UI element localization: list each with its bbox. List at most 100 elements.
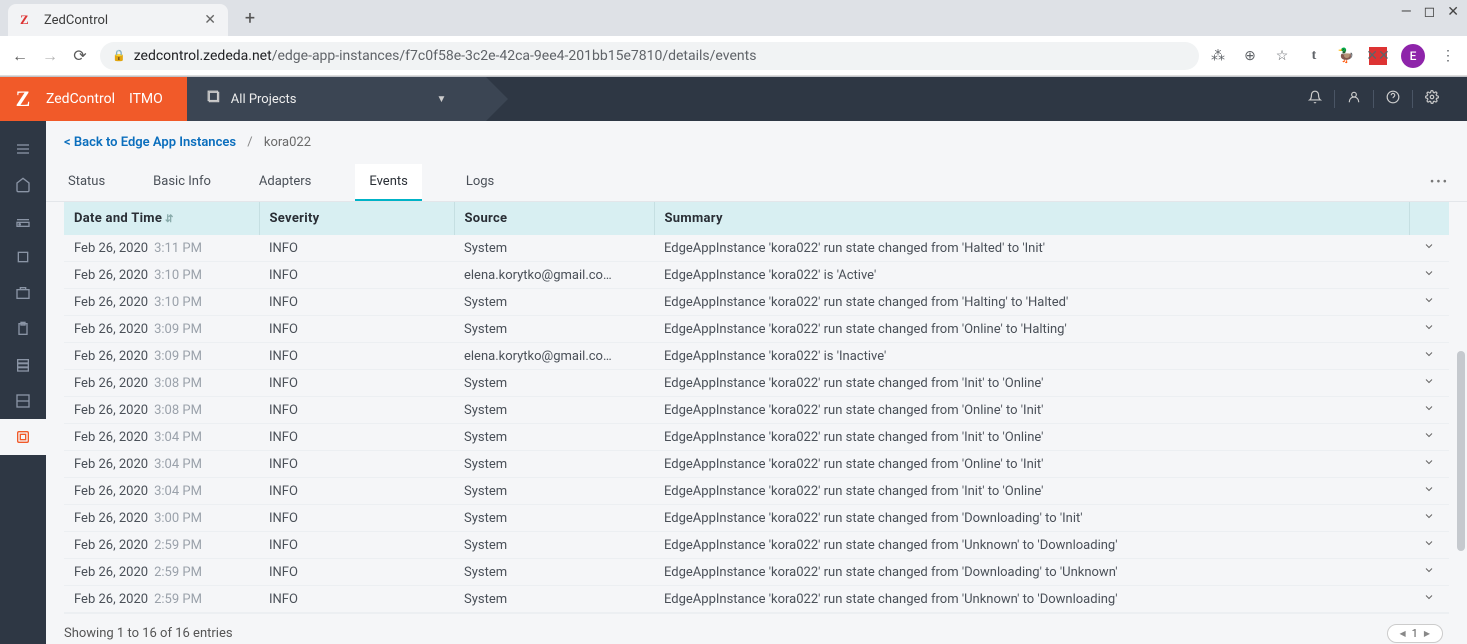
tab-events[interactable]: Events <box>355 164 421 201</box>
side-nav <box>0 121 46 644</box>
table-row[interactable]: Feb 26, 20202:59 PMINFOSystemEdgeAppInst… <box>64 559 1449 586</box>
cell-summary: EdgeAppInstance 'kora022' run state chan… <box>654 559 1409 586</box>
translate-icon[interactable]: ⁂ <box>1209 47 1227 65</box>
expand-row-icon[interactable] <box>1409 262 1449 289</box>
tab-adapters[interactable]: Adapters <box>255 164 315 201</box>
extension-duck-icon[interactable]: 🦆 <box>1337 47 1355 65</box>
cell-datetime: Feb 26, 20203:04 PM <box>64 451 259 478</box>
table-row[interactable]: Feb 26, 20203:04 PMINFOSystemEdgeAppInst… <box>64 424 1449 451</box>
expand-row-icon[interactable] <box>1409 397 1449 424</box>
cell-severity: INFO <box>259 343 454 370</box>
bookmark-icon[interactable]: ☆ <box>1273 47 1291 65</box>
cell-source: System <box>454 316 654 343</box>
table-row[interactable]: Feb 26, 20203:08 PMINFOSystemEdgeAppInst… <box>64 397 1449 424</box>
nav-clipboard-icon[interactable] <box>0 311 46 347</box>
cell-summary: EdgeAppInstance 'kora022' run state chan… <box>654 451 1409 478</box>
help-icon[interactable] <box>1374 90 1412 108</box>
table-row[interactable]: Feb 26, 20203:04 PMINFOSystemEdgeAppInst… <box>64 478 1449 505</box>
tab-status[interactable]: Status <box>64 164 109 201</box>
address-bar[interactable]: 🔒 zedcontrol.zededa.net/edge-app-instanc… <box>100 42 1199 70</box>
user-icon[interactable] <box>1335 90 1373 108</box>
nav-nodes-icon[interactable] <box>0 203 46 239</box>
projects-icon <box>207 90 221 108</box>
nav-briefcase-icon[interactable] <box>0 275 46 311</box>
close-window-icon[interactable]: ✕ <box>1447 4 1459 20</box>
projects-label: All Projects <box>231 92 297 107</box>
table-row[interactable]: Feb 26, 20202:59 PMINFOSystemEdgeAppInst… <box>64 586 1449 613</box>
expand-row-icon[interactable] <box>1409 478 1449 505</box>
minimize-icon[interactable]: — <box>1401 4 1412 20</box>
nav-menu-icon[interactable] <box>0 131 46 167</box>
expand-row-icon[interactable] <box>1409 424 1449 451</box>
cell-summary: EdgeAppInstance 'kora022' run state chan… <box>654 505 1409 532</box>
more-options-icon[interactable]: ••• <box>1430 175 1449 190</box>
expand-row-icon[interactable] <box>1409 559 1449 586</box>
table-row[interactable]: Feb 26, 20203:08 PMINFOSystemEdgeAppInst… <box>64 370 1449 397</box>
forward-button[interactable]: → <box>40 46 60 66</box>
cell-source: System <box>454 505 654 532</box>
cell-source: System <box>454 424 654 451</box>
reload-button[interactable]: ⟳ <box>70 46 90 65</box>
content-tabs: Status Basic Info Adapters Events Logs •… <box>46 150 1467 202</box>
events-table: Date and Time Severity Source Summary Fe… <box>64 202 1449 613</box>
page-number: 1 <box>1412 627 1418 640</box>
tab-basic-info[interactable]: Basic Info <box>149 164 215 201</box>
expand-row-icon[interactable] <box>1409 505 1449 532</box>
expand-row-icon[interactable] <box>1409 451 1449 478</box>
browser-tab[interactable]: Z ZedControl ✕ <box>8 4 228 36</box>
cell-severity: INFO <box>259 397 454 424</box>
page-next-icon[interactable]: ▶ <box>1424 629 1430 638</box>
table-row[interactable]: Feb 26, 20203:00 PMINFOSystemEdgeAppInst… <box>64 505 1449 532</box>
table-row[interactable]: Feb 26, 20202:59 PMINFOSystemEdgeAppInst… <box>64 532 1449 559</box>
nav-box-icon[interactable] <box>0 239 46 275</box>
nav-instances-icon[interactable] <box>0 419 46 455</box>
col-header-severity[interactable]: Severity <box>259 202 454 235</box>
expand-row-icon[interactable] <box>1409 370 1449 397</box>
table-row[interactable]: Feb 26, 20203:09 PMINFOSystemEdgeAppInst… <box>64 316 1449 343</box>
cell-source: elena.korytko@gmail.co… <box>454 343 654 370</box>
table-row[interactable]: Feb 26, 20203:10 PMINFOelena.korytko@gma… <box>64 262 1449 289</box>
profile-avatar[interactable]: E <box>1401 44 1425 68</box>
cell-summary: EdgeAppInstance 'kora022' is 'Active' <box>654 262 1409 289</box>
cell-summary: EdgeAppInstance 'kora022' run state chan… <box>654 370 1409 397</box>
extension-red-icon[interactable]: ✕✕ <box>1369 47 1387 65</box>
projects-dropdown[interactable]: All Projects ▼ <box>187 77 487 121</box>
col-header-source[interactable]: Source <box>454 202 654 235</box>
expand-row-icon[interactable] <box>1409 235 1449 262</box>
table-row[interactable]: Feb 26, 20203:04 PMINFOSystemEdgeAppInst… <box>64 451 1449 478</box>
settings-icon[interactable] <box>1413 90 1451 108</box>
col-header-datetime[interactable]: Date and Time <box>64 202 259 235</box>
back-button[interactable]: ← <box>10 46 30 66</box>
table-row[interactable]: Feb 26, 20203:09 PMINFOelena.korytko@gma… <box>64 343 1449 370</box>
scrollbar-thumb[interactable] <box>1457 351 1465 551</box>
tab-logs[interactable]: Logs <box>462 164 498 201</box>
page-prev-icon[interactable]: ◀ <box>1400 629 1406 638</box>
expand-row-icon[interactable] <box>1409 316 1449 343</box>
expand-row-icon[interactable] <box>1409 343 1449 370</box>
table-row[interactable]: Feb 26, 20203:10 PMINFOSystemEdgeAppInst… <box>64 289 1449 316</box>
cell-datetime: Feb 26, 20202:59 PM <box>64 559 259 586</box>
close-tab-icon[interactable]: ✕ <box>204 12 216 28</box>
browser-menu-icon[interactable]: ⋮ <box>1439 47 1457 65</box>
cell-datetime: Feb 26, 20203:09 PM <box>64 343 259 370</box>
col-header-summary[interactable]: Summary <box>654 202 1409 235</box>
browser-tab-title: ZedControl <box>44 13 196 28</box>
notifications-icon[interactable] <box>1296 90 1334 108</box>
extension-t-icon[interactable]: t <box>1305 47 1323 65</box>
chevron-down-icon: ▼ <box>437 94 447 105</box>
zoom-icon[interactable]: ⊕ <box>1241 47 1259 65</box>
nav-stack-icon[interactable] <box>0 383 46 419</box>
pagination[interactable]: ◀ 1 ▶ <box>1387 624 1444 643</box>
nav-home-icon[interactable] <box>0 167 46 203</box>
cell-source: System <box>454 559 654 586</box>
nav-layers-icon[interactable] <box>0 347 46 383</box>
new-tab-button[interactable]: + <box>236 8 264 29</box>
cell-severity: INFO <box>259 451 454 478</box>
back-link[interactable]: < Back to Edge App Instances <box>64 135 236 150</box>
expand-row-icon[interactable] <box>1409 586 1449 613</box>
maximize-icon[interactable]: ◻ <box>1424 4 1436 20</box>
table-row[interactable]: Feb 26, 20203:11 PMINFOSystemEdgeAppInst… <box>64 235 1449 262</box>
expand-row-icon[interactable] <box>1409 532 1449 559</box>
expand-row-icon[interactable] <box>1409 289 1449 316</box>
brand-block[interactable]: Z ZedControl ITMO <box>0 77 187 121</box>
